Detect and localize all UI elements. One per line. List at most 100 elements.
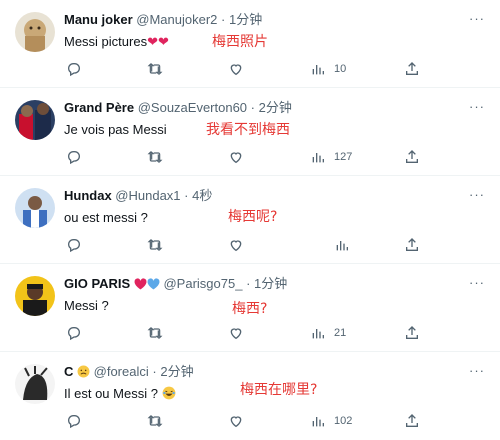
separator-dot: · [184,188,189,203]
retweet-icon [147,63,163,75]
tweet-text: Je vois pas Messi [64,122,167,138]
like-button[interactable] [228,147,244,167]
views-button[interactable]: 127 [310,147,352,167]
laughing-tears-emoji [162,386,175,400]
reply-button[interactable] [66,59,82,79]
tweet-header: Hundax @Hundax1 · 4秒 [64,188,212,204]
tweet-actions: 10 [58,59,488,79]
tweet-item[interactable]: GIO PARIS @Parisgo75_ · 1分钟 ··· Messi ? … [0,264,500,352]
share-icon [406,150,418,163]
more-icon[interactable]: ··· [468,364,486,380]
timestamp[interactable]: 1分钟 [229,12,262,27]
tweet-text: Il est ou Messi ? [64,386,176,402]
blue-heart-icon [147,278,160,290]
tweet-text: Messi pictures❤❤ [64,34,169,50]
reply-icon [67,415,80,429]
like-button[interactable] [228,323,244,343]
reply-button[interactable] [66,147,82,167]
like-button[interactable] [228,235,244,255]
heart-icon [230,328,242,340]
display-name[interactable]: Hundax [64,188,112,203]
retweet-button[interactable] [147,235,163,255]
reply-icon [67,63,80,77]
display-name[interactable]: C [64,364,73,379]
display-name[interactable]: Grand Père [64,100,134,115]
share-icon [406,326,418,339]
user-handle[interactable]: @Hundax1 [115,188,180,203]
like-button[interactable] [228,411,244,431]
share-button[interactable] [404,147,420,167]
retweet-button[interactable] [147,411,163,431]
retweet-button[interactable] [147,59,163,79]
views-count: 127 [334,151,353,163]
views-icon [312,153,324,163]
avatar[interactable] [15,188,55,228]
more-icon[interactable]: ··· [468,12,486,28]
heart-icon [230,64,242,76]
heart-icon [230,152,242,164]
user-handle[interactable]: @Parisgo75_ [163,276,242,291]
tweet-text: Messi ? [64,298,109,314]
tweet-header: Grand Père @SouzaEverton60 · 2分钟 [64,100,292,116]
share-button[interactable] [404,323,420,343]
tweet-item[interactable]: Grand Père @SouzaEverton60 · 2分钟 ··· Je … [0,88,500,176]
views-button[interactable]: 10 [310,59,346,79]
display-name[interactable]: GIO PARIS [64,276,130,291]
separator-dot: · [152,364,157,379]
timestamp[interactable]: 2分钟 [160,364,193,379]
translation-annotation: 梅西呢? [228,209,278,225]
share-button[interactable] [404,59,420,79]
reply-icon [67,327,80,341]
avatar[interactable] [15,276,55,316]
user-handle[interactable]: @SouzaEverton60 [138,100,247,115]
tweet-header: C @forealci · 2分钟 [64,364,194,380]
sad-face-icon [77,365,90,378]
more-icon[interactable]: ··· [468,276,486,292]
avatar[interactable] [15,12,55,52]
user-handle[interactable]: @Manujoker2 [136,12,217,27]
reply-button[interactable] [66,235,82,255]
views-count: 21 [334,327,347,339]
reply-icon [67,239,80,253]
tweet-text-content: Messi ? [64,298,109,313]
views-button[interactable]: 21 [310,323,346,343]
avatar[interactable] [15,364,55,404]
tweet-text-content: Il est ou Messi ? [64,386,158,401]
translation-annotation: 我看不到梅西 [206,122,290,138]
user-handle[interactable]: @forealci [94,364,149,379]
tweet-header: Manu joker @Manujoker2 · 1分钟 [64,12,262,28]
red-heart-icon [134,278,147,290]
tweet-item[interactable]: Hundax @Hundax1 · 4秒 ··· ou est messi ? … [0,176,500,264]
reply-button[interactable] [66,323,82,343]
timestamp[interactable]: 4秒 [192,188,212,203]
timestamp[interactable]: 1分钟 [254,276,287,291]
avatar[interactable] [15,100,55,140]
retweet-button[interactable] [147,147,163,167]
like-button[interactable] [228,59,244,79]
retweet-icon [147,239,163,251]
tweet-actions: 102 [58,411,488,431]
share-button[interactable] [404,235,420,255]
views-button[interactable]: 102 [310,411,352,431]
tweet-text-content: ou est messi ? [64,210,148,225]
separator-dot: · [246,276,251,291]
heart-icon [230,416,242,428]
share-button[interactable] [404,411,420,431]
timestamp[interactable]: 2分钟 [259,100,292,115]
retweet-button[interactable] [147,323,163,343]
views-count: 10 [334,63,347,75]
views-button[interactable] [334,235,350,255]
retweet-icon [147,151,163,163]
more-icon[interactable]: ··· [468,100,486,116]
share-icon [406,62,418,75]
views-count: 102 [334,415,353,427]
tweet-item[interactable]: Manu joker @Manujoker2 · 1分钟 ··· Messi p… [0,0,500,88]
tweet-text-content: Je vois pas Messi [64,122,167,137]
tweet-item[interactable]: C @forealci · 2分钟 ··· Il est ou Messi ? … [0,352,500,440]
display-name[interactable]: Manu joker [64,12,133,27]
views-icon [312,65,324,75]
views-icon [312,417,324,427]
reply-button[interactable] [66,411,82,431]
more-icon[interactable]: ··· [468,188,486,204]
tweet-text-content: Messi pictures [64,34,148,49]
